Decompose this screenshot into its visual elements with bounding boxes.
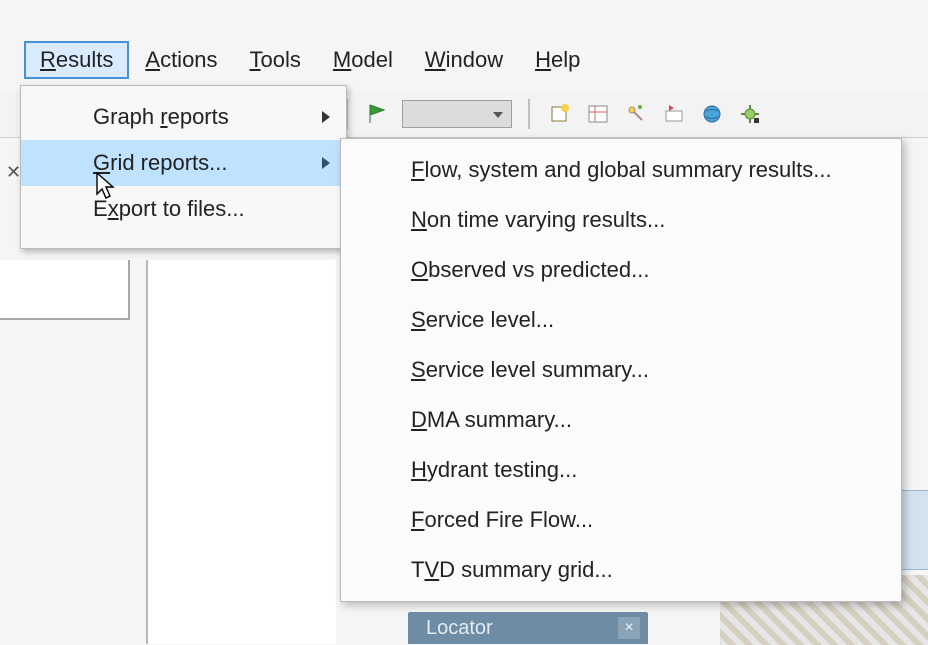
menu-model[interactable]: Model (317, 41, 409, 79)
side-panel-fragment (0, 260, 130, 320)
menu-window[interactable]: Window (409, 41, 519, 79)
submenu-label: Observed vs predicted... (411, 257, 649, 282)
submenu-item-observed-vs-predicted[interactable]: Observed vs predicted... (341, 245, 901, 295)
submenu-item-flow-summary[interactable]: Flow, system and global summary results.… (341, 145, 901, 195)
submenu-label: DMA summary... (411, 407, 572, 432)
flag-list-icon[interactable] (660, 100, 688, 128)
results-dropdown: Graph reports Grid reports... Export to … (20, 85, 347, 249)
submenu-item-dma-summary[interactable]: DMA summary... (341, 395, 901, 445)
menu-item-label: Grid reports... (93, 150, 228, 175)
submenu-label: Service level summary... (411, 357, 649, 382)
new-sheet-icon[interactable] (546, 100, 574, 128)
canvas-panel (146, 260, 336, 644)
submenu-label: Non time varying results... (411, 207, 665, 232)
menu-tools[interactable]: Tools (234, 41, 317, 79)
grid-reports-submenu: Flow, system and global summary results.… (340, 138, 902, 602)
flag-icon[interactable] (364, 100, 392, 128)
locator-panel-tab[interactable]: Locator × (408, 612, 648, 644)
menu-actions[interactable]: Actions (129, 41, 233, 79)
menubar: Results Actions Tools Model Window Help (0, 35, 596, 85)
key-icon[interactable] (622, 100, 650, 128)
submenu-label: TVD summary grid... (411, 557, 613, 582)
submenu-item-forced-fire-flow[interactable]: Forced Fire Flow... (341, 495, 901, 545)
submenu-label: Forced Fire Flow... (411, 507, 593, 532)
menu-results[interactable]: Results (24, 41, 129, 79)
close-icon[interactable]: ✕ (6, 162, 21, 183)
menu-item-export-to-files[interactable]: Export to files... (21, 186, 346, 232)
menu-label: Help (535, 47, 580, 72)
submenu-label: Hydrant testing... (411, 457, 577, 482)
gear-icon[interactable] (736, 100, 764, 128)
toolbar-dropdown[interactable] (402, 100, 512, 128)
menu-item-label: Export to files... (93, 196, 245, 221)
submenu-item-service-level-summary[interactable]: Service level summary... (341, 345, 901, 395)
menu-item-graph-reports[interactable]: Graph reports (21, 94, 346, 140)
submenu-item-non-time-varying[interactable]: Non time varying results... (341, 195, 901, 245)
table-icon[interactable] (584, 100, 612, 128)
globe-icon[interactable] (698, 100, 726, 128)
submenu-item-hydrant-testing[interactable]: Hydrant testing... (341, 445, 901, 495)
submenu-item-service-level[interactable]: Service level... (341, 295, 901, 345)
menu-label: Actions (145, 47, 217, 72)
menu-label: Window (425, 47, 503, 72)
menu-label: Tools (250, 47, 301, 72)
toolbar-separator (528, 99, 530, 129)
menu-help[interactable]: Help (519, 41, 596, 79)
menu-label: Results (40, 47, 113, 72)
menu-item-label: Graph reports (93, 104, 229, 129)
submenu-label: Flow, system and global summary results.… (411, 157, 832, 182)
close-icon[interactable]: × (618, 617, 640, 639)
submenu-label: Service level... (411, 307, 554, 332)
submenu-item-tvd-summary-grid[interactable]: TVD summary grid... (341, 545, 901, 595)
locator-label: Locator (426, 617, 493, 640)
menu-label: Model (333, 47, 393, 72)
menu-item-grid-reports[interactable]: Grid reports... (21, 140, 346, 186)
